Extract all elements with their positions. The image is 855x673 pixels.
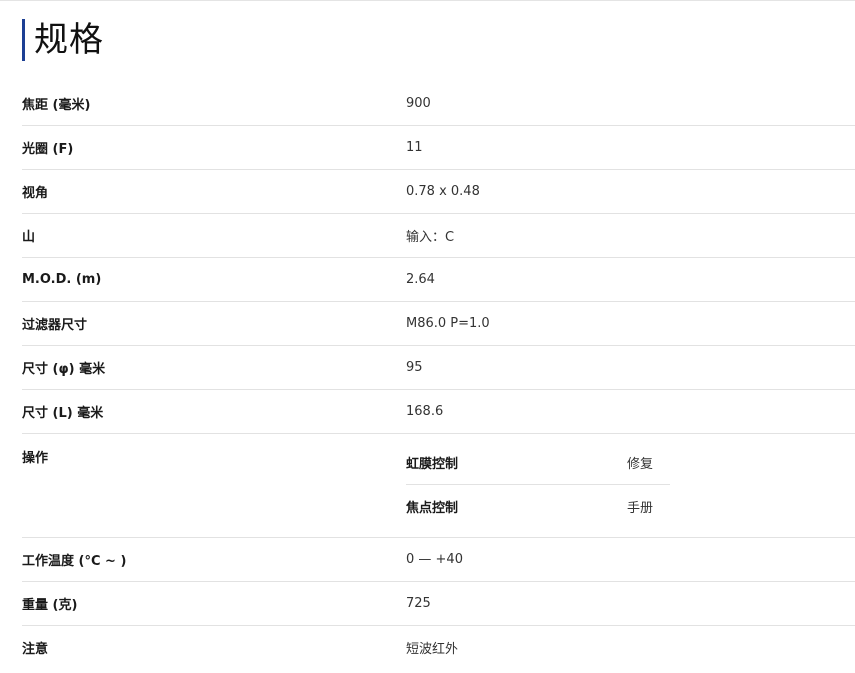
spec-value: 2.64 xyxy=(406,272,435,287)
spec-label: 光圈 (F) xyxy=(22,142,74,157)
sub-row-iris-control: 虹膜控制 修复 xyxy=(406,441,670,485)
spec-label: 重量 (克) xyxy=(22,598,78,613)
section-header: 规格 xyxy=(22,19,104,61)
spec-row-mod: M.O.D. (m) 2.64 xyxy=(22,258,855,302)
spec-value: 168.6 xyxy=(406,404,444,419)
spec-row-mount: 山 输入：C xyxy=(22,214,855,258)
spec-table: 焦距 (毫米) 900 光圈 (F) 11 视角 0.78 x 0.48 山 输… xyxy=(22,82,855,669)
spec-row-weight: 重量 (克) 725 xyxy=(22,582,855,626)
operation-sub-table: 虹膜控制 修复 焦点控制 手册 xyxy=(406,434,670,528)
sub-row-focus-control: 焦点控制 手册 xyxy=(406,485,670,528)
spec-row-aperture: 光圈 (F) 11 xyxy=(22,126,855,170)
spec-row-focal-length: 焦距 (毫米) 900 xyxy=(22,82,855,126)
spec-value: 0.78 x 0.48 xyxy=(406,184,480,199)
spec-value: 0 — +40 xyxy=(406,552,463,567)
top-divider xyxy=(0,0,855,1)
spec-label: 尺寸 (φ) 毫米 xyxy=(22,362,106,377)
spec-label: 工作温度 (°C ~ ) xyxy=(22,554,127,569)
section-title: 规格 xyxy=(34,20,104,60)
spec-label: 操作 xyxy=(22,451,49,466)
sub-value: 修复 xyxy=(627,457,654,472)
spec-label: 尺寸 (L) 毫米 xyxy=(22,406,104,421)
spec-row-diameter: 尺寸 (φ) 毫米 95 xyxy=(22,346,855,390)
spec-value: 725 xyxy=(406,596,431,611)
spec-row-filter-size: 过滤器尺寸 M86.0 P=1.0 xyxy=(22,302,855,346)
spec-row-length: 尺寸 (L) 毫米 168.6 xyxy=(22,390,855,434)
sub-label: 虹膜控制 xyxy=(406,457,459,472)
spec-row-angle-of-view: 视角 0.78 x 0.48 xyxy=(22,170,855,214)
spec-row-note: 注意 短波红外 xyxy=(22,626,855,669)
spec-value: 95 xyxy=(406,360,423,375)
spec-value: 输入：C xyxy=(406,230,455,245)
spec-value: 短波红外 xyxy=(406,642,459,657)
spec-row-operating-temperature: 工作温度 (°C ~ ) 0 — +40 xyxy=(22,538,855,582)
sub-value: 手册 xyxy=(627,501,654,516)
spec-row-operation: 操作 虹膜控制 修复 焦点控制 手册 xyxy=(22,434,855,538)
spec-label: 视角 xyxy=(22,186,49,201)
spec-label: 焦距 (毫米) xyxy=(22,98,91,113)
spec-label: 山 xyxy=(22,230,36,245)
spec-value: 11 xyxy=(406,140,423,155)
title-accent-bar xyxy=(22,19,25,61)
spec-label: 注意 xyxy=(22,642,49,657)
spec-value: 900 xyxy=(406,96,431,111)
sub-label: 焦点控制 xyxy=(406,501,459,516)
spec-value: M86.0 P=1.0 xyxy=(406,316,490,331)
spec-label: 过滤器尺寸 xyxy=(22,318,88,333)
spec-label: M.O.D. (m) xyxy=(22,272,102,287)
